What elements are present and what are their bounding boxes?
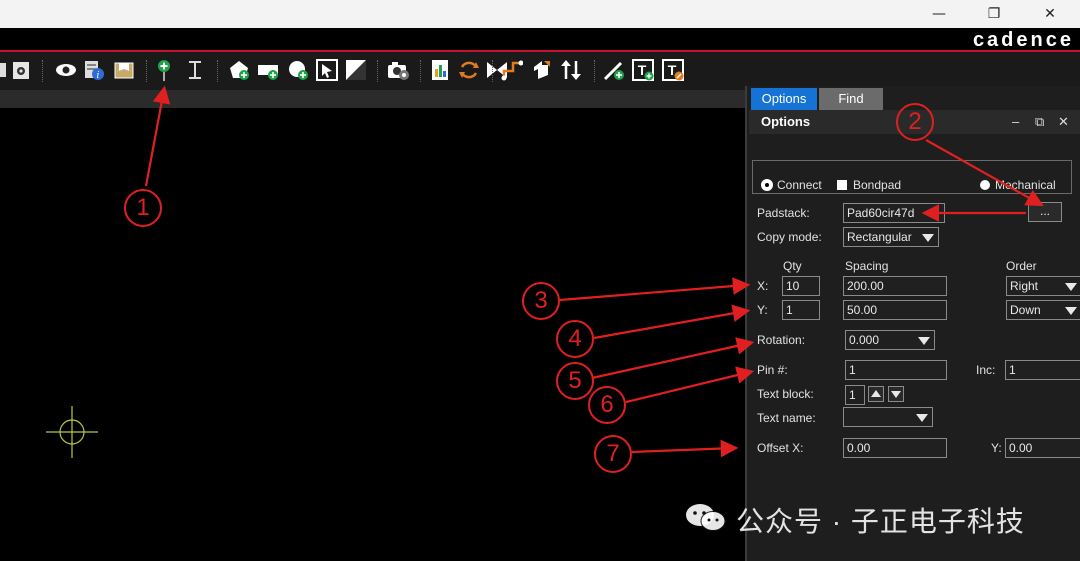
annotation-arrow-5 (591, 337, 755, 380)
annotation-arrow-7 (631, 439, 739, 458)
annotation-arrow-2a (925, 139, 1044, 207)
annotation-arrow-3 (559, 277, 751, 302)
annotation-marker-2: 2 (896, 103, 934, 141)
annotation-arrows (144, 85, 1044, 458)
annotation-marker-4: 4 (556, 320, 594, 358)
annotation-arrow-4 (593, 304, 751, 340)
wechat-logo-icon (686, 504, 726, 531)
annotation-arrow-6 (625, 366, 755, 404)
annotation-marker-7: 7 (594, 435, 632, 473)
watermark-text: 公众号 · 子正电子科技 (736, 506, 1025, 537)
annotation-marker-6: 6 (588, 386, 626, 424)
annotation-marker-3: 3 (522, 282, 560, 320)
annotation-marker-1: 1 (124, 189, 162, 227)
annotation-arrow-1 (144, 85, 171, 187)
annotation-marker-5: 5 (556, 362, 594, 400)
